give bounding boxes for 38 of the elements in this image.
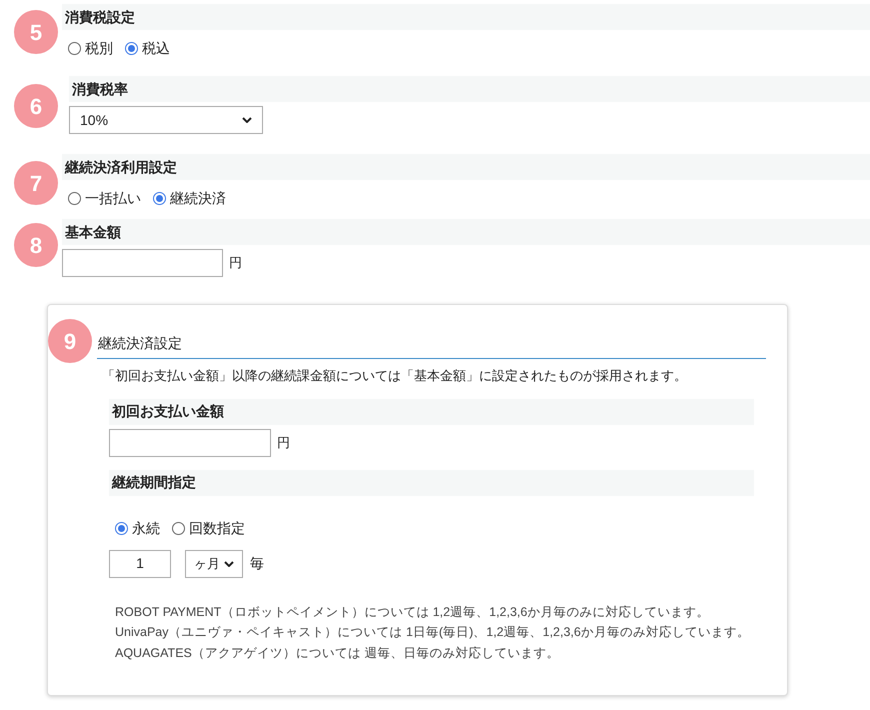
step-number-badge: 7 (14, 161, 58, 205)
amount-input-field[interactable] (109, 428, 271, 456)
radio-button[interactable] (68, 42, 81, 54)
chevron-down-icon (224, 560, 234, 566)
step-number-badge: 9 (48, 319, 92, 363)
card-title: 継続決済設定 (97, 333, 766, 359)
step-number-badge: 8 (14, 223, 58, 267)
section-header: 基本金額 (62, 219, 870, 245)
radio-option[interactable]: 永続 (115, 518, 160, 539)
radio-button[interactable] (153, 192, 166, 204)
radio-button[interactable] (125, 42, 138, 54)
section-header: 継続期間指定 (109, 470, 754, 496)
amount-input-field[interactable] (62, 249, 223, 277)
section-header: 継続決済利用設定 (62, 154, 870, 180)
tax-rate-dropdown[interactable]: 10% (69, 106, 263, 134)
count-input-field[interactable]: 1 (109, 550, 171, 578)
radio-option[interactable]: 一括払い (68, 188, 141, 208)
radio-option[interactable]: 税別 (68, 38, 113, 58)
chevron-down-icon (242, 117, 252, 123)
radio-button[interactable] (115, 522, 128, 535)
radio-option[interactable]: 回数指定 (172, 518, 245, 539)
section-header: 消費税設定 (62, 4, 870, 30)
suffix-label: 毎 (250, 554, 264, 573)
radio-button[interactable] (68, 192, 81, 204)
section-header: 消費税率 (69, 76, 870, 102)
step-number-badge: 5 (14, 10, 58, 54)
currency-unit: 円 (277, 434, 290, 452)
description-text: 「初回お支払い金額」以降の継続課金額については「基本金額」に設定されたものが採用されます。 (102, 367, 688, 385)
note-text: UnivaPay（ユニヴァ・ペイキャスト）については 1日毎(毎日)、1,2週毎、1,2,3,6か月毎のみ対応しています。 (115, 624, 751, 641)
step-number-badge: 6 (14, 84, 58, 128)
radio-button[interactable] (172, 522, 185, 535)
interval-dropdown[interactable]: ヶ月 (185, 550, 243, 578)
radio-option[interactable]: 税込 (125, 38, 170, 58)
note-text: AQUAGATES（アクアゲイツ）については 週毎、日毎のみ対応しています。 (115, 644, 560, 662)
radio-option[interactable]: 継続決済 (153, 188, 226, 208)
currency-unit: 円 (229, 254, 242, 272)
note-text: ROBOT PAYMENT（ロボットペイメント）については 1,2週毎、1,2,3,6か月毎のみに対応しています。 (115, 604, 710, 620)
section-header: 初回お支払い金額 (109, 398, 754, 424)
